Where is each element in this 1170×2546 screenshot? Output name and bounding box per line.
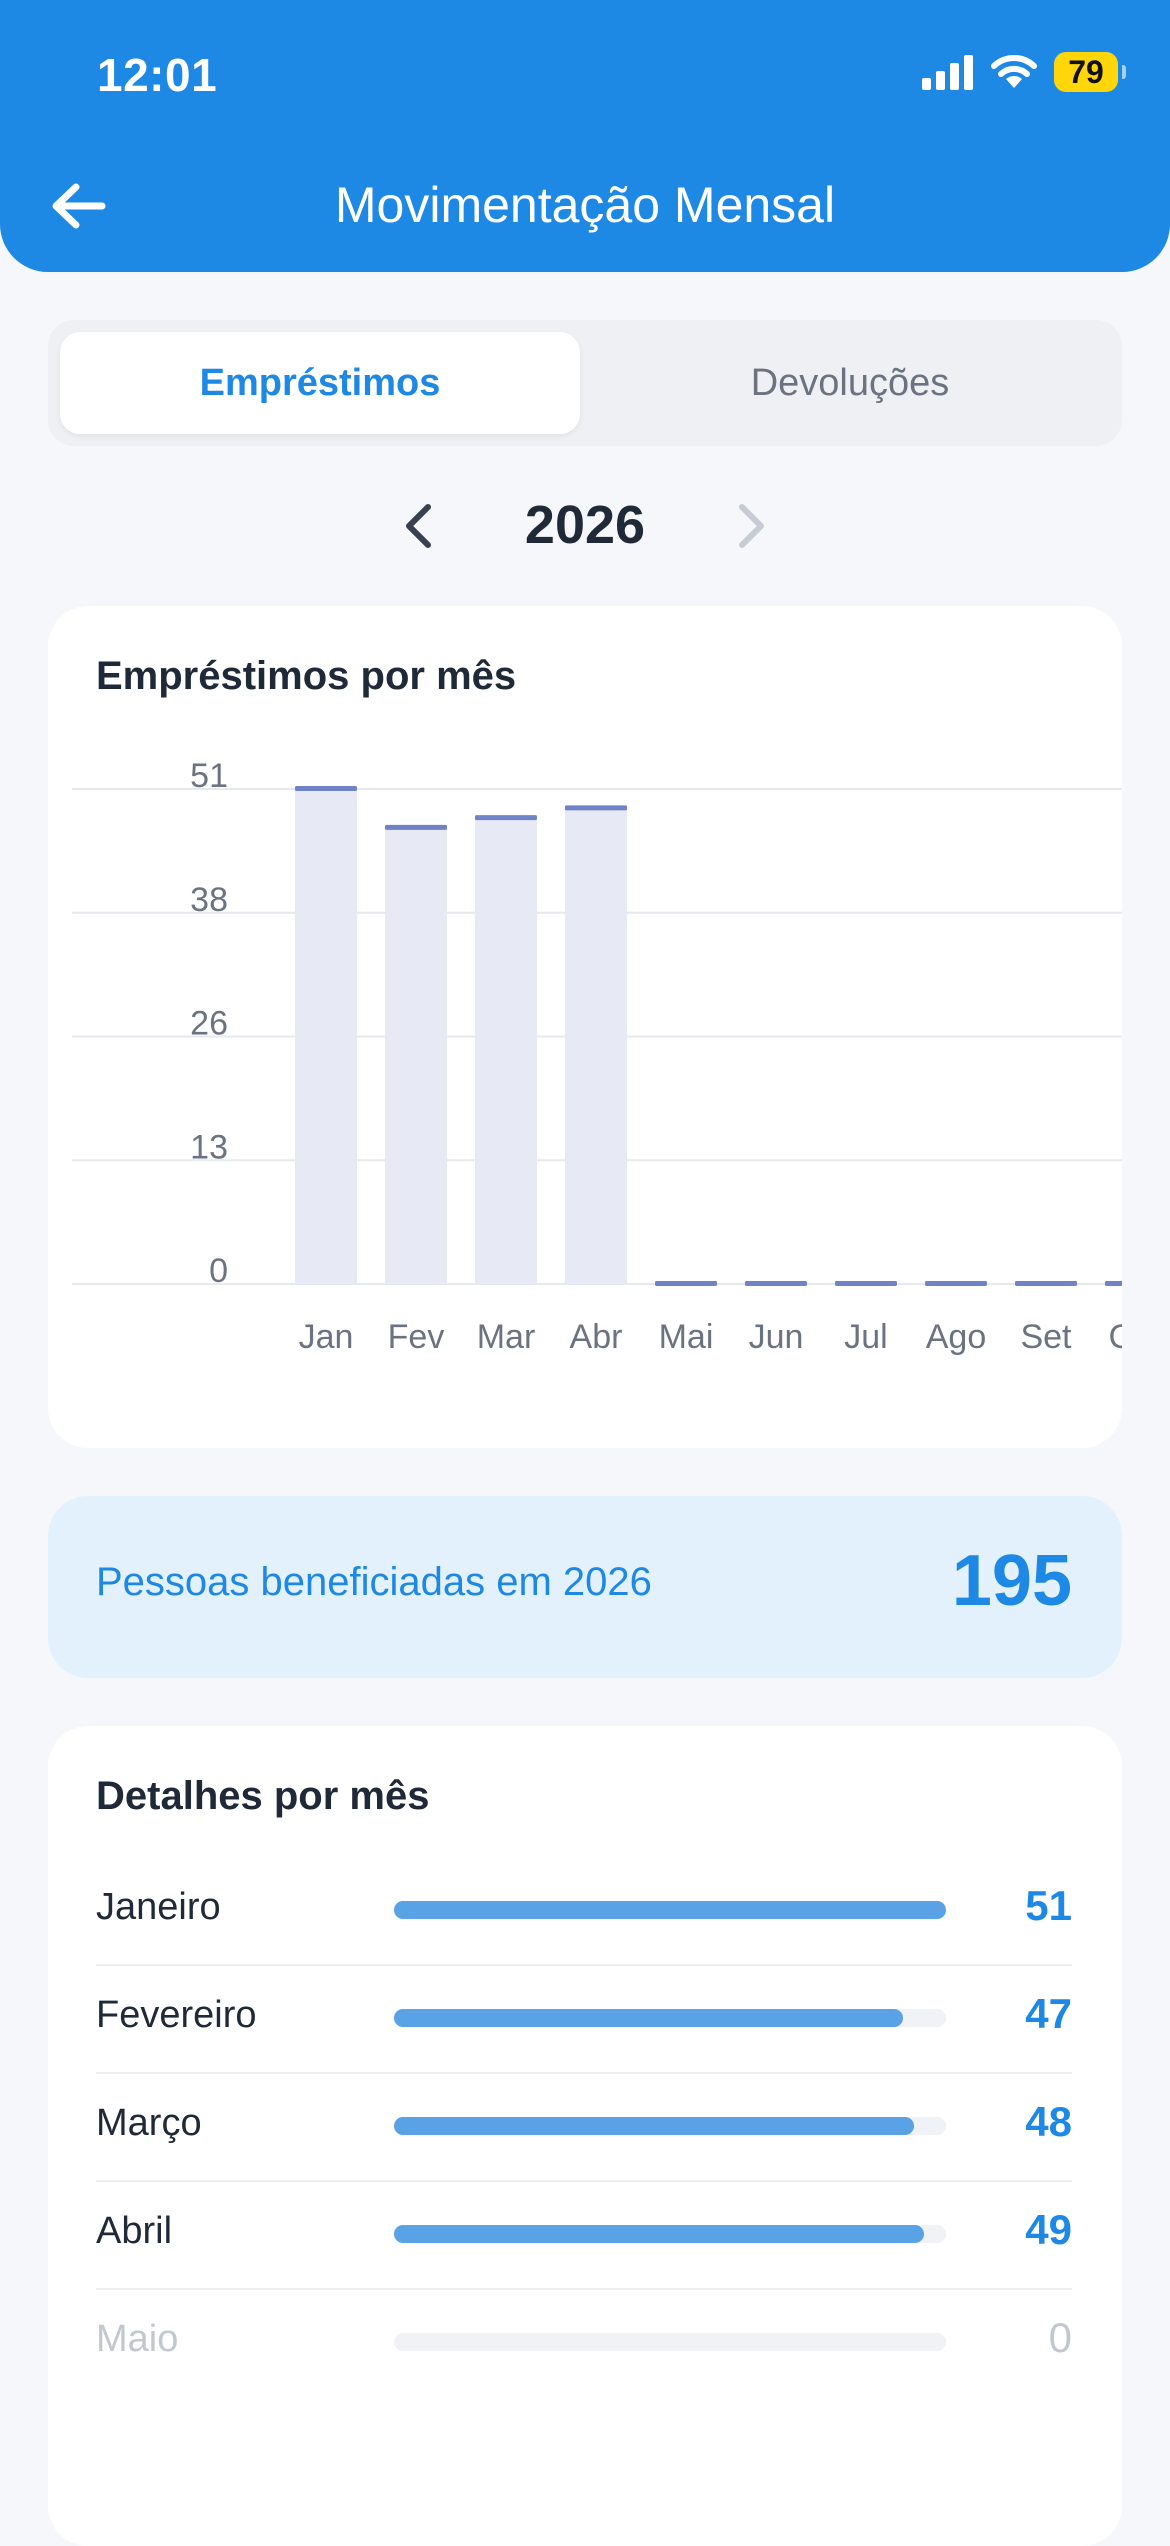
x-tick-label: Jun: [749, 1318, 804, 1356]
chart-bar-cap: [655, 1281, 717, 1286]
detail-progress-fill: [394, 2009, 903, 2027]
tab-emprestimos[interactable]: Empréstimos: [60, 332, 580, 434]
app-header: 12:01 79 Movimentação Mensal: [0, 0, 1170, 272]
detail-month: Maio: [96, 2318, 179, 2360]
detail-progress-fill: [394, 2117, 914, 2135]
x-tick-label: Fev: [388, 1318, 445, 1356]
x-tick-label: Mai: [659, 1318, 714, 1356]
battery-level: 79: [1068, 53, 1104, 90]
chart-bar-cap: [745, 1281, 807, 1286]
tab-devolucoes[interactable]: Devoluções: [590, 332, 1110, 434]
detail-row-janeiro[interactable]: Janeiro 51: [96, 1856, 1072, 1966]
x-tick-label: Set: [1020, 1318, 1072, 1356]
detail-progress-fill: [394, 1901, 946, 1919]
summary-value: 195: [951, 1541, 1072, 1621]
x-tick-label: Mar: [477, 1318, 536, 1356]
chart-bar-cap: [835, 1281, 897, 1286]
next-year-button[interactable]: [722, 494, 782, 558]
year-label: 2026: [524, 495, 646, 555]
status-time: 12:01: [97, 49, 218, 101]
y-tick-label: 0: [209, 1252, 228, 1290]
y-tick-label: 38: [190, 881, 228, 919]
chart-bar: [385, 827, 447, 1284]
chart-bar-cap: [1105, 1281, 1122, 1286]
details-card: Detalhes por mês Janeiro 51 Fevereiro 47…: [48, 1726, 1122, 2546]
detail-row-fevereiro[interactable]: Fevereiro 47: [96, 1964, 1072, 2074]
detail-row-abril[interactable]: Abril 49: [96, 2180, 1072, 2290]
x-tick-label: Ago: [926, 1318, 987, 1356]
detail-month: Abril: [96, 2210, 173, 2252]
detail-month: Fevereiro: [96, 1994, 257, 2036]
y-tick-label: 13: [190, 1128, 228, 1166]
chart-bar-cap: [295, 786, 357, 791]
detail-row-maio[interactable]: Maio 0: [96, 2288, 1072, 2396]
summary-label: Pessoas beneficiadas em 2026: [96, 1560, 652, 1604]
chart-bar-cap: [475, 815, 537, 821]
signal-icon: [922, 55, 973, 90]
x-tick-label: Jan: [299, 1318, 354, 1356]
x-tick-label: Jul: [844, 1318, 887, 1356]
year-selector: 2026: [0, 490, 1170, 562]
detail-progress-fill: [394, 2225, 925, 2243]
detail-month: Março: [96, 2102, 202, 2144]
detail-value: 48: [1025, 2098, 1072, 2145]
detail-value: 0: [1048, 2314, 1072, 2361]
details-title: Detalhes por mês: [96, 1774, 430, 1818]
x-tick-label: Abr: [570, 1318, 623, 1356]
chart-bar: [295, 789, 357, 1284]
segmented-control: Empréstimos Devoluções: [48, 320, 1122, 446]
detail-value: 47: [1025, 1990, 1072, 2037]
chevron-right-icon: [739, 504, 764, 548]
chart-bar: [475, 818, 537, 1284]
chart-bar: [565, 808, 627, 1284]
chart-bar-cap: [385, 824, 447, 830]
status-icons: 79: [922, 50, 1126, 94]
detail-value: 51: [1025, 1882, 1072, 1929]
detail-progress-track: [394, 2225, 946, 2243]
detail-value: 49: [1025, 2206, 1072, 2253]
detail-progress-track: [394, 2009, 946, 2027]
detail-month: Janeiro: [96, 1886, 221, 1928]
page-title: Movimentação Mensal: [334, 177, 836, 233]
y-tick-label: 26: [190, 1005, 228, 1043]
beneficiaries-summary: Pessoas beneficiadas em 2026 195: [48, 1496, 1122, 1678]
battery-indicator: 79: [1054, 52, 1126, 92]
chart-bar-cap: [1015, 1281, 1077, 1286]
chart-card: Empréstimos por mês 51 38 26 13 0 Jan Fev Mar Ab…: [48, 606, 1122, 1448]
bar-chart: 51 38 26 13 0 Jan Fev Mar Abr Mai Jun Jul Ago Set Out: [72, 757, 1122, 1356]
wifi-icon: [991, 55, 1037, 88]
detail-row-marco[interactable]: Março 48: [96, 2072, 1072, 2182]
x-tick-label: Out: [1109, 1318, 1122, 1356]
chart-bar-cap: [925, 1281, 987, 1286]
detail-progress-track: [394, 1901, 946, 1919]
y-tick-label: 51: [190, 757, 228, 795]
detail-progress-track: [394, 2117, 946, 2135]
chart-bar-cap: [565, 805, 627, 811]
detail-progress-track: [394, 2333, 946, 2351]
